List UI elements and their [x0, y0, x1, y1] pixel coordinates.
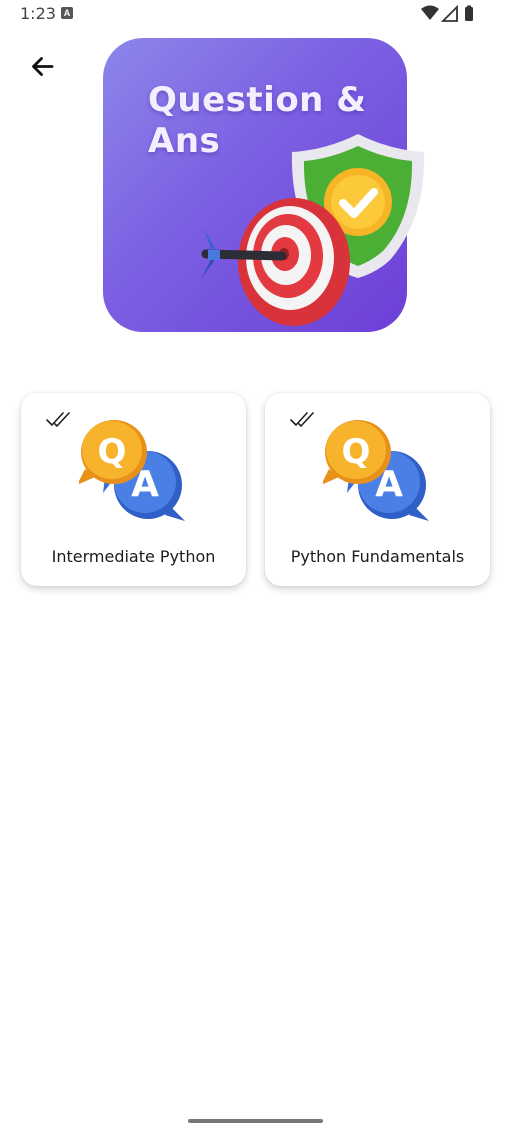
wifi-icon	[421, 5, 439, 20]
quiz-card-intermediate-python[interactable]: A Q Intermediate Python	[21, 393, 246, 586]
svg-text:Q: Q	[342, 432, 371, 472]
status-time: 1:23	[20, 4, 56, 23]
double-check-icon	[290, 412, 314, 427]
svg-text:Q: Q	[98, 432, 127, 472]
notification-icon: A	[61, 7, 73, 19]
card-title: Python Fundamentals	[290, 547, 465, 566]
status-bar: 1:23 A	[0, 0, 511, 28]
qa-chat-icon: A Q	[323, 420, 429, 521]
double-check-icon	[46, 412, 70, 427]
qa-chat-icon: A Q	[79, 420, 185, 521]
arrow-left-icon[interactable]	[24, 50, 60, 86]
card-title: Intermediate Python	[51, 547, 216, 566]
signal-icon	[440, 5, 458, 22]
target-icon	[238, 198, 350, 326]
target-shield-illustration	[201, 134, 425, 326]
home-indicator[interactable]	[188, 1119, 323, 1123]
battery-icon	[465, 7, 473, 21]
notification-glyph: A	[63, 8, 71, 18]
status-icons	[421, 5, 473, 22]
quiz-card-python-fundamentals[interactable]: A Q Python Fundamentals	[265, 393, 490, 586]
